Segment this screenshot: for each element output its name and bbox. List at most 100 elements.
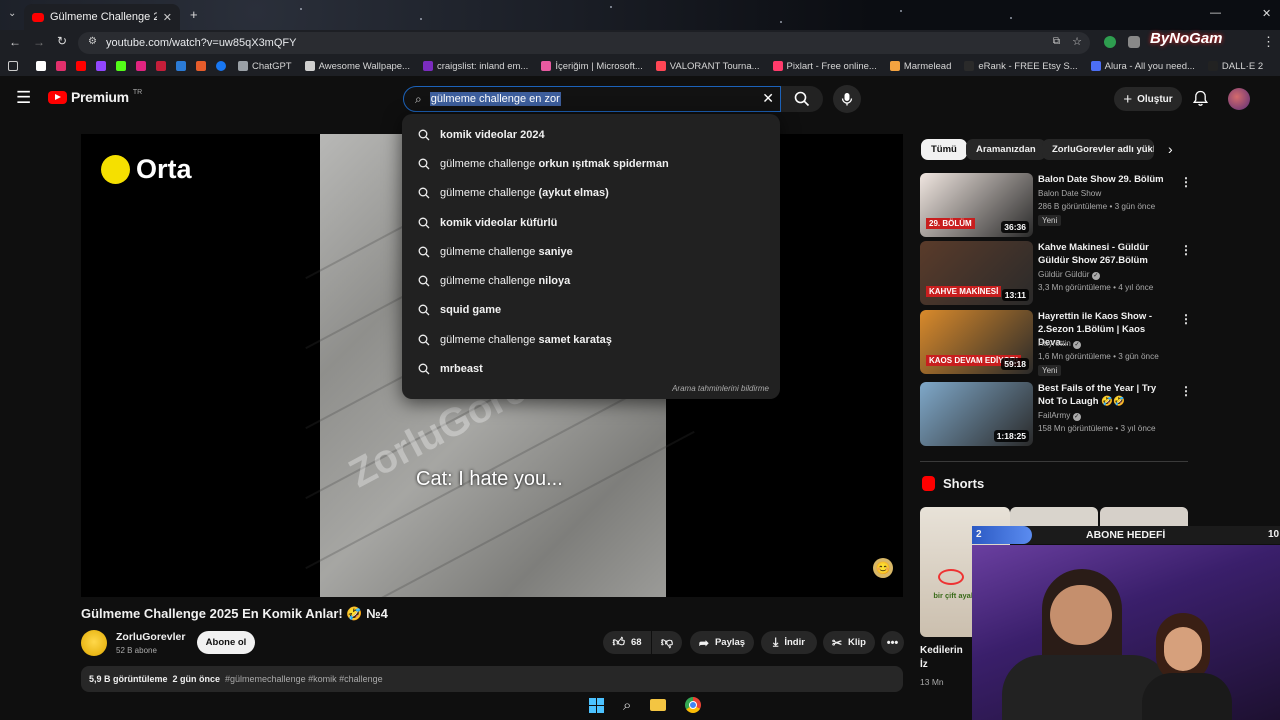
video-title[interactable]: Kahve Makinesi - Güldür Güldür Show 267.… xyxy=(1038,241,1173,267)
suggestion-item[interactable]: gülmeme challenge (aykut elmas) xyxy=(402,179,780,208)
dislike-button[interactable]: 👎︎ xyxy=(652,631,682,654)
youtube-bookmark-icon[interactable] xyxy=(76,61,86,71)
suggestion-item[interactable]: squid game xyxy=(402,296,780,325)
bookmark-label: DALL·E 2 xyxy=(1221,60,1264,72)
bookmark-item[interactable]: craigslist: inland em... xyxy=(422,61,528,72)
bookmark-item[interactable]: ChatGPT xyxy=(238,61,292,72)
new-tab-icon[interactable]: + xyxy=(190,7,198,22)
suggestion-item[interactable]: gülmeme challenge niloya xyxy=(402,266,780,295)
chip-all[interactable]: Tümü xyxy=(921,139,967,160)
more-vertical-icon[interactable]: ⋮ xyxy=(1180,243,1192,257)
channel-watermark-icon[interactable]: 😊 xyxy=(873,558,893,578)
suggestion-item[interactable]: mrbeast xyxy=(402,354,780,383)
taskbar-search-icon[interactable]: ⌕ xyxy=(623,697,631,714)
video-thumbnail[interactable]: 1:18:25 xyxy=(920,382,1033,446)
menu-hamburger-icon[interactable]: ☰ xyxy=(16,88,31,108)
channel-name[interactable]: ZorluGorevler xyxy=(116,631,185,643)
install-icon[interactable]: ⧉ xyxy=(1053,36,1060,47)
share-button[interactable]: ➦ Paylaş xyxy=(690,631,754,654)
x-bookmark-icon[interactable] xyxy=(36,61,46,71)
channel-name[interactable]: Hayrettin xyxy=(1038,339,1071,348)
bookmark-icon[interactable] xyxy=(176,61,186,71)
bookmark-icon[interactable] xyxy=(216,61,226,71)
search-button[interactable] xyxy=(781,86,823,112)
bookmark-label: VALORANT Tourna... xyxy=(669,60,760,72)
bookmark-item[interactable]: Awesome Wallpape... xyxy=(304,61,410,72)
bookmark-item[interactable]: Marmelead xyxy=(889,61,951,72)
close-tab-icon[interactable]: ✕ xyxy=(163,11,172,24)
extension-icon[interactable] xyxy=(1128,36,1140,48)
voice-search-button[interactable] xyxy=(833,85,861,113)
more-vertical-icon[interactable]: ⋮ xyxy=(1180,175,1192,189)
bookmark-item[interactable]: İçeriğim | Microsoft... xyxy=(541,61,643,72)
video-thumbnail[interactable]: KAHVE MAKİNESİ 13:11 xyxy=(920,241,1033,305)
recommended-video[interactable]: KAHVE MAKİNESİ 13:11 Kahve Makinesi - Güld… xyxy=(920,241,1192,305)
suggestion-item[interactable]: gülmeme challenge orkun ışıtmak spiderma… xyxy=(402,149,780,178)
channel-avatar[interactable] xyxy=(81,630,107,656)
search-input[interactable]: ⌕ gülmeme challenge en zor ✕ xyxy=(403,86,781,112)
video-thumbnail[interactable]: KAOS DEVAM EDİYOR! 59:18 xyxy=(920,310,1033,374)
channel-name[interactable]: FailArmy xyxy=(1038,411,1070,420)
short-title[interactable]: Kedilerin İz Bırakmama xyxy=(920,644,972,672)
suggestion-item[interactable]: komik videolar 2024 xyxy=(402,120,780,149)
tab-list-icon[interactable]: ⌄ xyxy=(8,8,16,19)
bookmark-icon[interactable] xyxy=(196,61,206,71)
channel-name[interactable]: Balon Date Show xyxy=(1038,189,1101,198)
video-thumbnail[interactable]: 29. BÖLÜM 36:36 xyxy=(920,173,1033,237)
forward-icon[interactable]: → xyxy=(33,35,45,49)
bookmark-item[interactable]: DALL·E 2 xyxy=(1207,60,1264,72)
more-actions-button[interactable]: ••• xyxy=(881,631,904,654)
bookmark-icon[interactable] xyxy=(136,61,146,71)
person-left-face xyxy=(1050,585,1112,645)
bookmark-icon[interactable] xyxy=(156,61,166,71)
more-vertical-icon[interactable]: ⋮ xyxy=(1180,312,1192,326)
bookmark-item[interactable]: VALORANT Tourna... xyxy=(655,60,760,72)
apps-icon[interactable] xyxy=(8,61,18,71)
bookmark-star-icon[interactable]: ☆ xyxy=(1072,35,1082,48)
chip-from-search[interactable]: Aramanızdan xyxy=(966,139,1046,160)
video-title[interactable]: Balon Date Show 29. Bölüm xyxy=(1038,173,1173,186)
suggestion-item[interactable]: gülmeme challenge samet karataş xyxy=(402,325,780,354)
video-tags[interactable]: #gülmemechallenge #komik #challenge xyxy=(225,674,383,684)
instagram-bookmark-icon[interactable] xyxy=(56,61,66,71)
chip-channel[interactable]: ZorluGorevler adlı yükle xyxy=(1042,139,1154,160)
avatar[interactable] xyxy=(1228,88,1250,110)
kick-bookmark-icon[interactable] xyxy=(116,61,126,71)
browser-menu-icon[interactable]: ⋮ xyxy=(1262,34,1275,50)
browser-tab-active[interactable]: Gülmeme Challenge 2025 En K ✕ xyxy=(24,4,180,30)
chevron-right-icon[interactable]: › xyxy=(1168,141,1173,157)
create-button[interactable]: + Oluştur xyxy=(1114,87,1182,111)
back-icon[interactable]: ← xyxy=(9,35,21,49)
video-title[interactable]: Best Fails of the Year | Try Not To Laug… xyxy=(1038,382,1173,408)
clear-search-icon[interactable]: ✕ xyxy=(762,90,774,107)
bookmark-item[interactable]: Alura - All you need... xyxy=(1090,61,1195,72)
chrome-icon[interactable] xyxy=(684,697,701,713)
bookmark-item[interactable]: Pixlart - Free online... xyxy=(772,61,877,72)
video-description-box[interactable]: 5,9 B görüntüleme 2 gün önce #gülmemecha… xyxy=(81,666,903,692)
download-button[interactable]: ⤓ İndir xyxy=(761,631,817,654)
reload-icon[interactable]: ↻ xyxy=(57,34,67,48)
url-field[interactable]: ⚙ youtube.com/watch?v=uw85qX3mQFY ⧉ ☆ xyxy=(78,32,1090,54)
subscribe-button[interactable]: Abone ol xyxy=(197,631,255,654)
bookmark-favicon-icon xyxy=(541,61,552,71)
youtube-premium-logo[interactable]: Premium TR xyxy=(48,89,142,105)
suggestion-item[interactable]: komik videolar küfürlü xyxy=(402,208,780,237)
recommended-video[interactable]: 29. BÖLÜM 36:36 Balon Date Show 29. Bölüm B… xyxy=(920,173,1192,237)
minimize-icon[interactable]: — xyxy=(1210,7,1221,19)
twitch-bookmark-icon[interactable] xyxy=(96,61,106,71)
windows-start-icon[interactable] xyxy=(589,697,605,713)
file-explorer-icon[interactable] xyxy=(650,699,666,711)
bookmark-item[interactable]: eRank - FREE Etsy S... xyxy=(964,61,1078,72)
like-button[interactable]: 👍︎ 68 xyxy=(603,631,651,654)
site-info-icon[interactable]: ⚙ xyxy=(88,36,97,47)
recommended-video[interactable]: 1:18:25 Best Fails of the Year | Try Not … xyxy=(920,382,1192,446)
close-window-icon[interactable]: ✕ xyxy=(1262,7,1271,20)
more-vertical-icon[interactable]: ⋮ xyxy=(1180,384,1192,398)
notifications-bell-icon[interactable] xyxy=(1192,90,1209,107)
recommended-video[interactable]: KAOS DEVAM EDİYOR! 59:18 Hayrettin ile Kao… xyxy=(920,310,1192,376)
suggestion-item[interactable]: gülmeme challenge saniye xyxy=(402,237,780,266)
report-predictions-link[interactable]: Arama tahminlerini bildirme xyxy=(672,384,769,393)
extension-icon[interactable] xyxy=(1104,36,1116,48)
clip-button[interactable]: ✂ Klip xyxy=(823,631,875,654)
channel-name[interactable]: Güldür Güldür xyxy=(1038,270,1089,279)
